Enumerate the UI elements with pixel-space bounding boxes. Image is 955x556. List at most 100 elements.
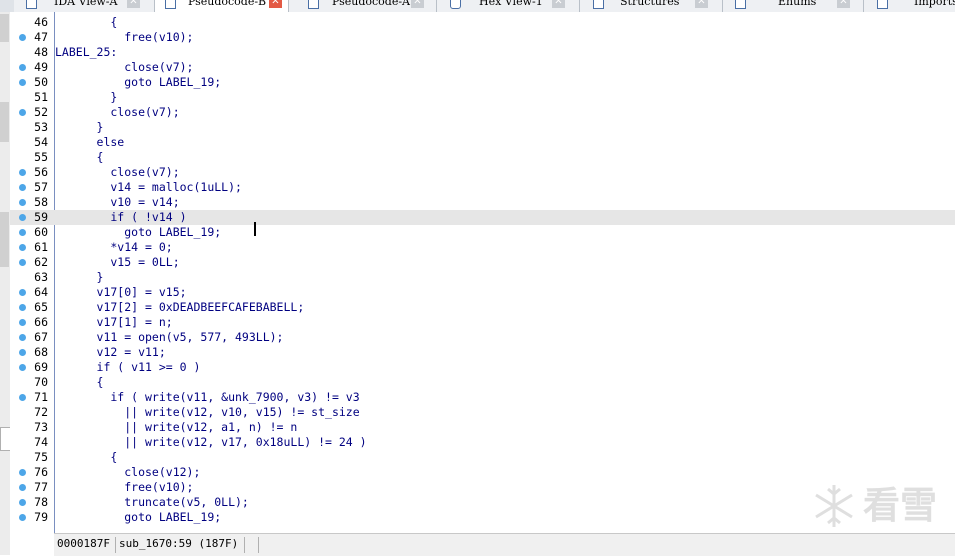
code-line[interactable]: 60 goto LABEL_19; [10,225,955,240]
code-text: if ( v11 >= 0 ) [55,360,201,374]
code-text: v15 = 0LL; [55,255,180,269]
code-line[interactable]: 58 v10 = v14; [10,195,955,210]
code-line[interactable]: 70 { [10,375,955,390]
code-text: close(v12); [55,465,201,479]
line-number: 73 [34,420,48,434]
status-address: 0000187F [57,537,110,550]
structures-icon [593,0,604,9]
code-line[interactable]: 55 { [10,150,955,165]
panel-marker [0,212,9,267]
panel-marker [0,102,9,142]
code-line[interactable]: 59 if ( !v14 ) [10,210,955,225]
breakpoint-dot-icon[interactable] [19,319,26,326]
breakpoint-dot-icon[interactable] [19,484,26,491]
code-line[interactable]: 52 close(v7); [10,105,955,120]
tab-pseudocode-b[interactable]: Pseudocode-B ✕ [155,0,289,12]
code-line[interactable]: 64 v17[0] = v15; [10,285,955,300]
line-number: 69 [34,360,48,374]
code-text: } [55,270,104,284]
breakpoint-dot-icon[interactable] [19,79,26,86]
code-line[interactable]: 56 close(v7); [10,165,955,180]
code-text: || write(v12, v17, 0x18uLL) != 24 ) [55,435,367,449]
breakpoint-dot-icon[interactable] [19,169,26,176]
code-line[interactable]: 54 else [10,135,955,150]
breakpoint-dot-icon[interactable] [19,199,26,206]
close-icon[interactable]: ✕ [695,0,708,8]
code-line[interactable]: 61 *v14 = 0; [10,240,955,255]
tab-label: Pseudocode-B [188,0,267,8]
code-text: LABEL_25: [55,45,118,59]
code-line[interactable]: 57 v14 = malloc(1uLL); [10,180,955,195]
code-text: close(v7); [55,165,180,179]
tab-hex-view-1[interactable]: Hex View-1 ✕ [437,0,580,12]
code-line[interactable]: 69 if ( v11 >= 0 ) [10,360,955,375]
line-number: 75 [34,450,48,464]
code-line[interactable]: 62 v15 = 0LL; [10,255,955,270]
breakpoint-dot-icon[interactable] [19,514,26,521]
tab-imports[interactable]: Imports [864,0,955,12]
code-line[interactable]: 71 if ( write(v11, &unk_7900, v3) != v3 [10,390,955,405]
breakpoint-dot-icon[interactable] [19,259,26,266]
tab-enums[interactable]: Enums ✕ [723,0,864,12]
code-text: goto LABEL_19; [55,225,222,239]
code-line[interactable]: 53 } [10,120,955,135]
code-line[interactable]: 66 v17[1] = n; [10,315,955,330]
code-text: v12 = v11; [55,345,166,359]
code-line[interactable]: 74 || write(v12, v17, 0x18uLL) != 24 ) [10,435,955,450]
breakpoint-dot-icon[interactable] [19,109,26,116]
breakpoint-dot-icon[interactable] [19,34,26,41]
code-text: v17[2] = 0xDEADBEEFCAFEBABELL; [55,300,305,314]
code-text: || write(v12, a1, n) != n [55,420,298,434]
code-line[interactable]: 63 } [10,270,955,285]
breakpoint-dot-icon[interactable] [19,334,26,341]
pseudocode-editor[interactable]: 46 {47 free(v10); 48 LABEL_25: 49 close(v7)… [10,12,955,533]
code-text: { [55,150,104,164]
line-number: 68 [34,345,48,359]
code-text: free(v10); [55,30,194,44]
close-icon[interactable]: ✕ [411,0,424,8]
left-panel-edge[interactable] [0,12,11,555]
code-line[interactable]: 48 LABEL_25: [10,45,955,60]
close-icon[interactable]: ✕ [269,0,282,8]
code-line[interactable]: 46 { [10,15,955,30]
code-line[interactable]: 75 { [10,450,955,465]
code-line[interactable]: 49 close(v7); [10,60,955,75]
close-icon[interactable]: ✕ [837,0,850,8]
status-bar: 0000187F sub_1670:59 (187F) [54,533,955,556]
code-text: truncate(v5, 0LL); [55,495,249,509]
code-line[interactable]: 47 free(v10); [10,30,955,45]
line-number: 72 [34,405,48,419]
enums-icon [735,0,746,9]
breakpoint-dot-icon[interactable] [19,64,26,71]
breakpoint-dot-icon[interactable] [19,499,26,506]
breakpoint-dot-icon[interactable] [19,469,26,476]
breakpoint-dot-icon[interactable] [19,304,26,311]
line-number: 55 [34,150,48,164]
code-line[interactable]: 73 || write(v12, a1, n) != n [10,420,955,435]
line-number: 49 [34,60,48,74]
line-number: 60 [34,225,48,239]
code-line[interactable]: 67 v11 = open(v5, 577, 493LL); [10,330,955,345]
line-number: 46 [34,15,48,29]
breakpoint-dot-icon[interactable] [19,364,26,371]
tab-structures[interactable]: Structures ✕ [580,0,723,12]
code-line[interactable]: 72 || write(v12, v10, v15) != st_size [10,405,955,420]
code-line[interactable]: 76 close(v12); [10,465,955,480]
breakpoint-dot-icon[interactable] [19,349,26,356]
close-icon[interactable]: ✕ [127,0,140,8]
breakpoint-dot-icon[interactable] [19,184,26,191]
close-icon[interactable]: ✕ [552,0,565,8]
breakpoint-dot-icon[interactable] [19,229,26,236]
breakpoint-dot-icon[interactable] [19,289,26,296]
breakpoint-dot-icon[interactable] [19,244,26,251]
breakpoint-dot-icon[interactable] [19,394,26,401]
code-text: close(v7); [55,60,194,74]
code-line[interactable]: 68 v12 = v11; [10,345,955,360]
breakpoint-dot-icon[interactable] [19,214,26,221]
code-line[interactable]: 51 } [10,90,955,105]
tab-pseudocode-a[interactable]: Pseudocode-A ✕ [289,0,437,12]
code-line[interactable]: 50 goto LABEL_19; [10,75,955,90]
pseudocode-icon [308,0,319,9]
code-line[interactable]: 65 v17[2] = 0xDEADBEEFCAFEBABELL; [10,300,955,315]
tab-ida-view-a[interactable]: IDA View-A ✕ [14,0,155,12]
